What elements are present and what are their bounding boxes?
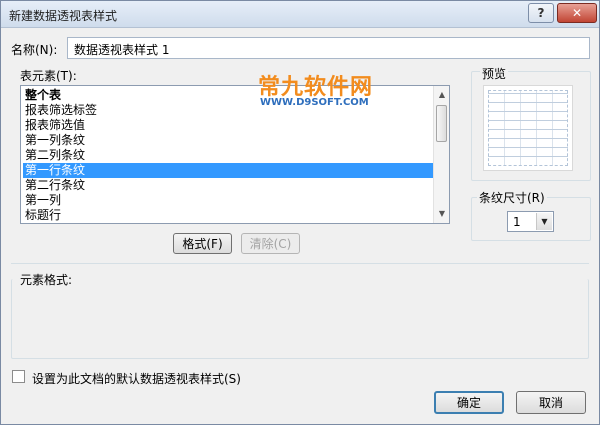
preview-label: 预览: [480, 65, 509, 82]
stripe-size-select[interactable]: 1 ▼: [507, 211, 554, 232]
stripe-size-value: 1: [513, 215, 521, 229]
title-bar: 新建数据透视表样式 ? ✕: [1, 1, 599, 28]
help-button[interactable]: ?: [528, 3, 554, 23]
list-item[interactable]: 第一列条纹: [23, 133, 433, 148]
preview-pane: [483, 85, 573, 171]
format-button[interactable]: 格式(F): [173, 233, 232, 254]
dialog-title: 新建数据透视表样式: [9, 9, 118, 23]
new-pivottable-style-dialog: 新建数据透视表样式 ? ✕ 名称(N): 数据透视表样式 1 表元素(T): 整…: [0, 0, 600, 425]
list-item[interactable]: 第二列条纹: [23, 148, 433, 163]
scroll-up-arrow-icon[interactable]: ▲: [437, 90, 447, 100]
element-format-area: [11, 279, 589, 359]
default-style-checkbox[interactable]: [12, 370, 25, 383]
scroll-down-arrow-icon[interactable]: ▼: [437, 209, 447, 219]
list-item[interactable]: 报表筛选值: [23, 118, 433, 133]
table-elements-label: 表元素(T):: [20, 69, 77, 83]
name-input[interactable]: 数据透视表样式 1: [67, 37, 590, 59]
scroll-thumb[interactable]: [436, 105, 447, 142]
list-item[interactable]: 第一列: [23, 193, 433, 208]
clear-button[interactable]: 清除(C): [241, 233, 300, 254]
table-elements-list[interactable]: 整个表 报表筛选标签 报表筛选值 第一列条纹 第二列条纹 第一行条纹 第二行条纹 第一列 标题行…: [20, 85, 450, 224]
stripe-size-label: 条纹尺寸(R): [477, 189, 547, 206]
chevron-down-icon[interactable]: ▼: [536, 213, 552, 230]
list-scrollbar[interactable]: ▲ ▼: [433, 86, 449, 223]
watermark-logo: 常九软件网 WWW.D9SOFT.COM: [258, 69, 378, 117]
cancel-button[interactable]: 取消: [516, 391, 586, 414]
list-item[interactable]: 第二行条纹: [23, 178, 433, 193]
list-item[interactable]: 标题行: [23, 208, 433, 223]
help-icon: ?: [537, 6, 545, 20]
close-icon: ✕: [571, 6, 583, 20]
list-item[interactable]: 第一行条纹: [23, 163, 433, 178]
name-label: 名称(N):: [11, 43, 58, 57]
default-style-label[interactable]: 设置为此文档的默认数据透视表样式(S): [32, 370, 241, 387]
preview-table-grid: [488, 90, 568, 166]
close-button[interactable]: ✕: [557, 3, 597, 23]
ok-button[interactable]: 确定: [434, 391, 504, 414]
separator: [11, 263, 589, 264]
watermark-sub-text: WWW.D9SOFT.COM: [260, 97, 369, 108]
